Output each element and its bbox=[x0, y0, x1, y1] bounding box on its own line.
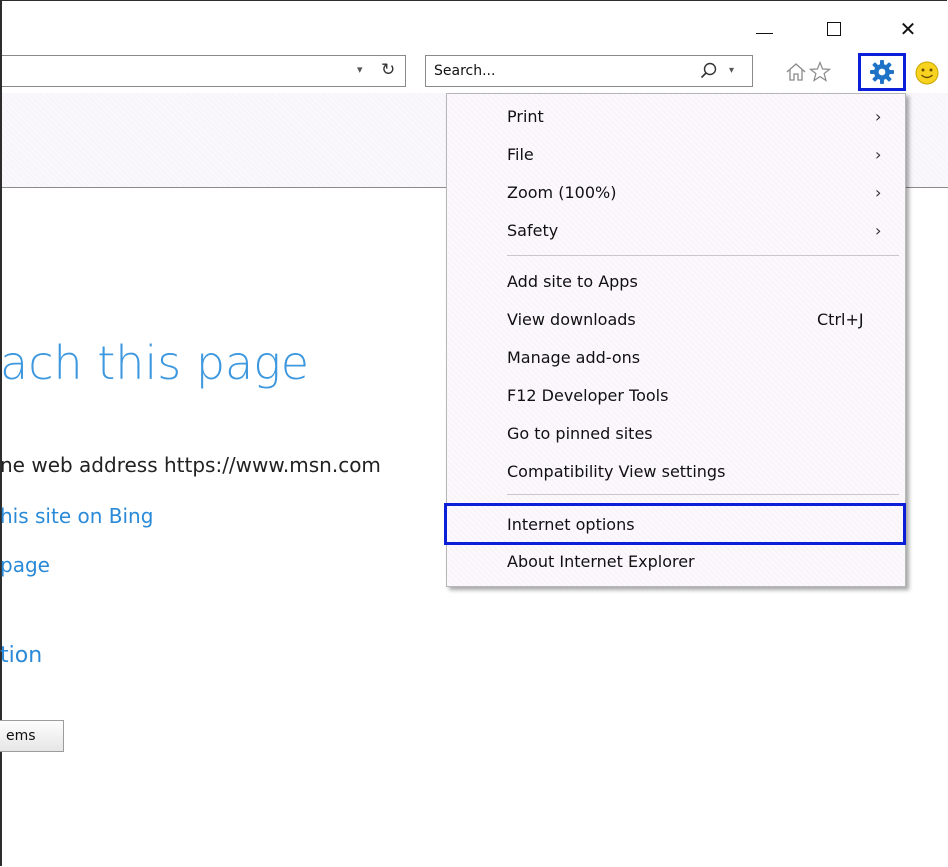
menu-item-label: About Internet Explorer bbox=[507, 551, 695, 571]
home-icon[interactable] bbox=[784, 60, 808, 84]
menu-item-label: Print bbox=[507, 106, 544, 126]
refresh-page-link[interactable]: page bbox=[0, 553, 50, 577]
menu-item-go-to-pinned-sites[interactable]: Go to pinned sites bbox=[447, 416, 905, 450]
error-description: ne web address https://www.msn.com bbox=[0, 453, 381, 477]
close-icon: ✕ bbox=[899, 17, 917, 41]
menu-item-add-site-to-apps[interactable]: Add site to Apps bbox=[447, 264, 905, 298]
menu-item-label: Internet options bbox=[507, 514, 635, 534]
fix-problems-button[interactable]: ems bbox=[0, 720, 64, 752]
address-dropdown-icon[interactable]: ▾ bbox=[357, 63, 363, 76]
tools-menu: Print › File › Zoom (100%) › Safety › Ad… bbox=[444, 93, 906, 587]
menu-item-label: Manage add-ons bbox=[507, 347, 641, 367]
menu-item-label: Zoom (100%) bbox=[507, 182, 617, 202]
search-input[interactable]: Search... ▾ bbox=[425, 55, 753, 87]
chevron-right-icon: › bbox=[875, 144, 882, 164]
search-dropdown-icon[interactable]: ▾ bbox=[729, 65, 734, 76]
menu-item-label: File bbox=[507, 144, 534, 164]
menu-item-safety[interactable]: Safety › bbox=[447, 213, 905, 247]
close-button[interactable]: ✕ bbox=[888, 14, 928, 44]
menu-item-view-downloads[interactable]: View downloads Ctrl+J bbox=[447, 302, 905, 336]
search-placeholder: Search... bbox=[434, 63, 496, 79]
menu-separator bbox=[507, 255, 899, 256]
menu-item-about-internet-explorer[interactable]: About Internet Explorer bbox=[447, 544, 905, 578]
menu-item-label: Add site to Apps bbox=[507, 271, 638, 291]
minimize-button[interactable] bbox=[744, 14, 784, 44]
address-bar[interactable]: ▾ ↻ bbox=[2, 55, 406, 87]
tools-button[interactable] bbox=[858, 53, 906, 91]
section-heading: tion bbox=[0, 643, 43, 668]
menu-item-internet-options[interactable]: Internet options bbox=[444, 503, 906, 545]
menu-item-label: Compatibility View settings bbox=[507, 461, 726, 481]
menu-item-label: F12 Developer Tools bbox=[507, 385, 669, 405]
page-heading: ach this page bbox=[0, 336, 310, 390]
fix-problems-label: ems bbox=[6, 728, 36, 744]
chevron-right-icon: › bbox=[875, 220, 882, 240]
search-bing-link[interactable]: his site on Bing bbox=[0, 504, 153, 528]
maximize-button[interactable] bbox=[814, 14, 854, 44]
menu-item-shortcut: Ctrl+J bbox=[817, 309, 864, 329]
menu-item-print[interactable]: Print › bbox=[447, 99, 905, 133]
menu-item-f12-developer-tools[interactable]: F12 Developer Tools bbox=[447, 378, 905, 412]
menu-item-compatibility-view-settings[interactable]: Compatibility View settings bbox=[447, 454, 905, 488]
chevron-right-icon: › bbox=[875, 182, 882, 202]
chevron-right-icon: › bbox=[875, 106, 882, 126]
minimize-icon bbox=[755, 32, 773, 34]
menu-item-label: View downloads bbox=[507, 309, 636, 329]
refresh-icon[interactable]: ↻ bbox=[381, 60, 395, 80]
favorites-star-icon[interactable] bbox=[808, 60, 832, 84]
menu-item-zoom[interactable]: Zoom (100%) › bbox=[447, 175, 905, 209]
menu-item-label: Go to pinned sites bbox=[507, 423, 653, 443]
menu-item-file[interactable]: File › bbox=[447, 137, 905, 171]
menu-item-manage-add-ons[interactable]: Manage add-ons bbox=[447, 340, 905, 374]
menu-item-label: Safety bbox=[507, 220, 559, 240]
maximize-icon bbox=[827, 22, 841, 36]
search-icon[interactable] bbox=[698, 60, 720, 82]
feedback-smiley-icon[interactable] bbox=[912, 58, 942, 88]
menu-separator bbox=[507, 494, 899, 495]
gear-icon bbox=[870, 60, 894, 84]
